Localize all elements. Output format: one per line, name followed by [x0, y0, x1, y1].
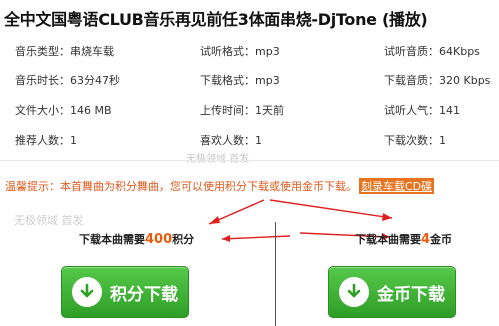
column-divider [275, 222, 276, 326]
arrow-to-coins [269, 199, 393, 219]
points-requirement: 下载本曲需要400积分 [79, 231, 194, 247]
points-value: 400 [145, 232, 173, 247]
coins-requirement: 下载本曲需要4金币 [355, 231, 452, 247]
coins-suffix: 金币 [430, 233, 453, 246]
points-download-label: 积分下载 [110, 284, 178, 305]
arrowhead [382, 213, 392, 221]
arrowhead [222, 235, 230, 242]
points-prefix: 下载本曲需要 [79, 233, 145, 246]
arrow-to-points-2 [221, 235, 291, 240]
points-download-button[interactable]: 积分下载 [61, 266, 189, 318]
coins-prefix: 下载本曲需要 [355, 233, 421, 246]
coins-value: 4 [421, 232, 431, 247]
coins-download-button[interactable]: 金币下载 [328, 266, 456, 318]
points-suffix: 积分 [172, 233, 195, 246]
download-arrow-icon [72, 277, 102, 307]
arrowhead [209, 216, 220, 224]
download-arrow-icon [339, 277, 369, 307]
coins-download-label: 金币下载 [377, 284, 445, 305]
